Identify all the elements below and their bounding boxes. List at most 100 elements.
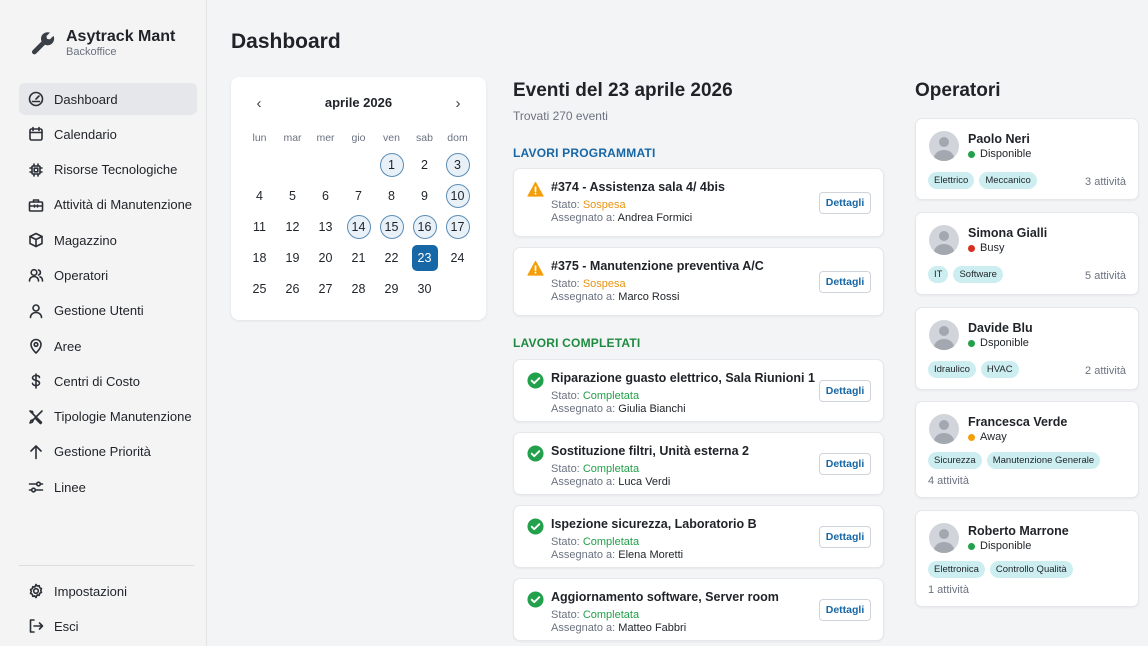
app-title: Asytrack Mant [66, 28, 176, 45]
logout-icon [28, 618, 44, 634]
wrench-icon [31, 32, 55, 55]
calendar-grid: lun mar mer gio ven sab dom 1 2 3 4 5 6 7 8 9 10 11 12 13 14… [243, 127, 474, 304]
details-button[interactable]: Dettagli [819, 271, 871, 293]
calendar-day[interactable]: 27 [309, 273, 342, 304]
calendar-day[interactable]: 5 [276, 180, 309, 211]
calendar-day[interactable]: 2 [408, 149, 441, 180]
sidebar-item-operatori[interactable]: Operatori [19, 259, 197, 291]
operator-name: Simona Gialli [968, 226, 1048, 240]
event-title: #375 - Manutenzione preventiva A/C [551, 259, 764, 273]
calendar-day[interactable]: 21 [342, 242, 375, 273]
skill-tag: Controllo Qualità [989, 561, 1073, 578]
calendar-day-number: 2 [421, 157, 428, 172]
details-button[interactable]: Dettagli [819, 453, 871, 475]
calendar-day[interactable]: 16 [408, 211, 441, 242]
calendar-day[interactable]: 9 [408, 180, 441, 211]
event-assignee-name: Andrea Formici [617, 212, 693, 224]
calendar-day[interactable]: 17 [441, 211, 474, 242]
event-status-value: Completata [582, 463, 640, 475]
operator-status-text: Away [980, 431, 1007, 443]
sidebar-item-aree[interactable]: Aree [19, 330, 197, 362]
calendar-day-number: 26 [285, 281, 300, 296]
details-button[interactable]: Dettagli [819, 526, 871, 548]
calendar-day[interactable]: 14 [342, 211, 375, 242]
dollar-icon [28, 373, 44, 390]
sidebar-item-attivita-manutenzione[interactable]: Attività di Manutenzione [19, 189, 197, 221]
operator-card[interactable]: Roberto Marrone Disponible Elettronica Cont… [915, 510, 1139, 607]
calendar-day[interactable]: 10 [441, 180, 474, 211]
operator-card[interactable]: Paolo Neri Disponible Elettrico Meccanico 3 … [915, 118, 1139, 200]
calendar-day[interactable]: 25 [243, 273, 276, 304]
skill-tag: Sicurezza [928, 452, 982, 469]
event-assignee: Assegnato a: Marco Rossi [551, 291, 679, 303]
calendar-day-number: 10 [445, 183, 470, 208]
avatar [929, 414, 959, 444]
sidebar-item-label: Aree [54, 338, 82, 354]
calendar-day[interactable]: 12 [276, 211, 309, 242]
skill-tag: Elettronica [928, 561, 985, 578]
toolbox-icon [28, 197, 44, 213]
sidebar-item-label: Impostazioni [54, 583, 127, 599]
event-title: Riparazione guasto elettrico, Sala Riuni… [551, 371, 815, 385]
calendar-day[interactable]: 22 [375, 242, 408, 273]
calendar-day[interactable]: 4 [243, 180, 276, 211]
scheduled-section-title: LAVORI PROGRAMMATI [513, 146, 656, 160]
operator-card[interactable]: Davide Blu Dsponible Idraulico HVAC 2 attivi… [915, 307, 1139, 390]
calendar-day[interactable]: 7 [342, 180, 375, 211]
calendar-day[interactable]: 6 [309, 180, 342, 211]
calendar-day[interactable]: 19 [276, 242, 309, 273]
calendar-day-selected[interactable]: 23 [408, 242, 441, 273]
calendar-day-number: 17 [445, 214, 470, 239]
calendar-day[interactable]: 3 [441, 149, 474, 180]
sidebar-item-calendario[interactable]: Calendario [19, 118, 197, 150]
sidebar-item-tipologie-manutenzione[interactable]: Tipologie Manutenzione [19, 401, 197, 433]
sidebar-item-centri-di-costo[interactable]: Centri di Costo [19, 365, 197, 397]
calendar-day[interactable]: 11 [243, 211, 276, 242]
brand[interactable]: Asytrack Mant Backoffice [30, 28, 175, 59]
event-status-label: Stato: [551, 199, 580, 211]
status-dot [968, 542, 975, 550]
calendar-day[interactable]: 30 [408, 273, 441, 304]
details-button[interactable]: Dettagli [819, 380, 871, 402]
calendar-day-number: 29 [384, 281, 399, 296]
skill-tag: IT [928, 266, 949, 283]
sidebar-item-impostazioni[interactable]: Impostazioni [19, 575, 197, 607]
calendar-day[interactable]: 29 [375, 273, 408, 304]
sidebar-item-label: Tipologie Manutenzione [54, 409, 192, 425]
calendar-day[interactable]: 15 [375, 211, 408, 242]
sidebar-item-magazzino[interactable]: Magazzino [19, 224, 197, 256]
calendar-day[interactable]: 1 [375, 149, 408, 180]
operator-name: Roberto Marrone [968, 524, 1069, 538]
calendar-day[interactable]: 24 [441, 242, 474, 273]
details-button[interactable]: Dettagli [819, 599, 871, 621]
calendar-next-icon[interactable]: › [448, 95, 468, 112]
sidebar-item-esci[interactable]: Esci [19, 610, 197, 642]
details-button[interactable]: Dettagli [819, 192, 871, 214]
event-assignee-name: Giulia Bianchi [618, 403, 686, 415]
operator-card[interactable]: Simona Gialli Busy IT Software 5 attività [915, 212, 1139, 295]
event-status-value: Sospesa [582, 278, 626, 290]
operator-status: Disponible [968, 148, 1031, 160]
event-status-label: Stato: [551, 609, 580, 621]
calendar-day-number: 6 [322, 188, 329, 203]
event-status-label: Stato: [551, 536, 580, 548]
sidebar-item-linee[interactable]: Linee [19, 471, 197, 503]
sidebar-item-dashboard[interactable]: Dashboard [19, 83, 197, 115]
calendar-day[interactable]: 13 [309, 211, 342, 242]
calendar-day-number: 27 [318, 281, 333, 296]
calendar-day-number: 25 [252, 281, 267, 296]
calendar-day[interactable]: 18 [243, 242, 276, 273]
app-subtitle: Backoffice [66, 46, 117, 58]
calendar-day[interactable]: 28 [342, 273, 375, 304]
sidebar-item-gestione-priorita[interactable]: Gestione Priorità [19, 436, 197, 468]
calendar-day[interactable]: 26 [276, 273, 309, 304]
sidebar-item-risorse-tecnologiche[interactable]: Risorse Tecnologiche [19, 154, 197, 186]
calendar-day-number: 24 [450, 250, 465, 265]
calendar-day[interactable]: 20 [309, 242, 342, 273]
calendar-day[interactable]: 8 [375, 180, 408, 211]
event-status: Stato: Completata [551, 536, 639, 548]
sidebar-item-gestione-utenti[interactable]: Gestione Utenti [19, 295, 197, 327]
sidebar-bottom-nav: Impostazioni Esci [19, 575, 197, 646]
operator-card[interactable]: Francesca Verde Away Sicurezza Manutenzione… [915, 401, 1139, 498]
operator-tags: Elettronica Controllo Qualità [928, 561, 1073, 578]
